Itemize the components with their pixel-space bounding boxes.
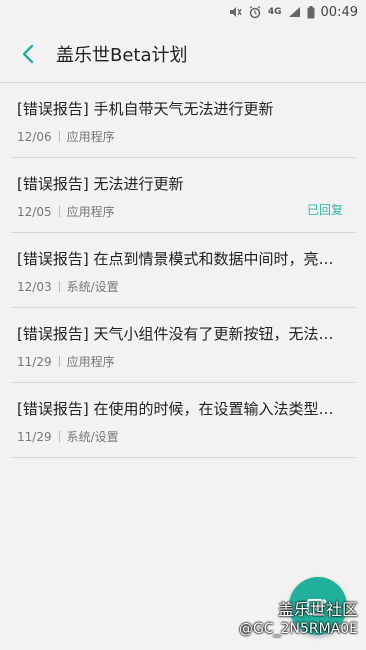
report-title: [错误报告] 在点到情景模式和数据中间时，亮… (17, 250, 334, 268)
report-title: [错误报告] 天气小组件没有了更新按钮，无法… (17, 325, 334, 343)
meta-divider (58, 281, 60, 292)
chevron-left-icon (22, 44, 34, 64)
meta-divider (58, 356, 60, 367)
status-time: 00:49 (320, 4, 358, 20)
meta-divider (58, 131, 60, 142)
report-category: 应用程序 (66, 205, 115, 219)
report-list-item[interactable]: [错误报告] 无法进行更新 12/05 应用程序 已回复 (11, 158, 355, 233)
report-category: 应用程序 (66, 130, 115, 144)
status-bar: 4G 00:49 (0, 0, 366, 24)
report-list-item[interactable]: [错误报告] 在使用的时候，在设置输入法类型… 11/29 系统/设置 (11, 383, 355, 458)
report-category: 应用程序 (66, 355, 115, 369)
report-list: [错误报告] 手机自带天气无法进行更新 12/06 应用程序 [错误报告] 无法… (0, 83, 366, 458)
back-button[interactable] (0, 24, 56, 84)
report-title: [错误报告] 无法进行更新 (17, 175, 184, 193)
report-date: 12/03 (17, 279, 52, 294)
meta-divider (58, 431, 60, 442)
report-meta: 12/03 系统/设置 (17, 278, 119, 295)
report-meta: 11/29 应用程序 (17, 353, 115, 370)
report-date: 12/05 (17, 204, 52, 219)
report-date: 11/29 (17, 354, 52, 369)
signal-icon (288, 6, 301, 18)
report-meta: 11/29 系统/设置 (17, 428, 119, 445)
network-4g-icon: 4G (267, 7, 282, 17)
report-list-item[interactable]: [错误报告] 天气小组件没有了更新按钮，无法… 11/29 应用程序 (11, 308, 355, 383)
app-header: 盖乐世Beta计划 (0, 24, 366, 84)
report-date: 12/06 (17, 129, 52, 144)
reply-status-badge: 已回复 (306, 203, 343, 217)
report-meta: 12/05 应用程序 (17, 203, 115, 220)
watermark-community: 盖乐世社区 (277, 600, 358, 619)
report-date: 11/29 (17, 429, 52, 444)
report-category: 系统/设置 (66, 280, 119, 294)
battery-icon (307, 5, 315, 19)
watermark-user: @GC_2N5RMA0E (238, 621, 358, 637)
report-title: [错误报告] 在使用的时候，在设置输入法类型… (17, 400, 334, 418)
page-title: 盖乐世Beta计划 (56, 45, 188, 66)
report-title: [错误报告] 手机自带天气无法进行更新 (17, 100, 274, 118)
watermark: 盖乐世社区 @GC_2N5RMA0E (239, 600, 358, 638)
mute-icon (228, 5, 242, 19)
alarm-icon (248, 5, 262, 19)
report-list-item[interactable]: [错误报告] 手机自带天气无法进行更新 12/06 应用程序 (11, 83, 355, 158)
report-meta: 12/06 应用程序 (17, 128, 115, 145)
report-list-item[interactable]: [错误报告] 在点到情景模式和数据中间时，亮… 12/03 系统/设置 (11, 233, 355, 308)
report-category: 系统/设置 (66, 430, 119, 444)
meta-divider (58, 206, 60, 217)
